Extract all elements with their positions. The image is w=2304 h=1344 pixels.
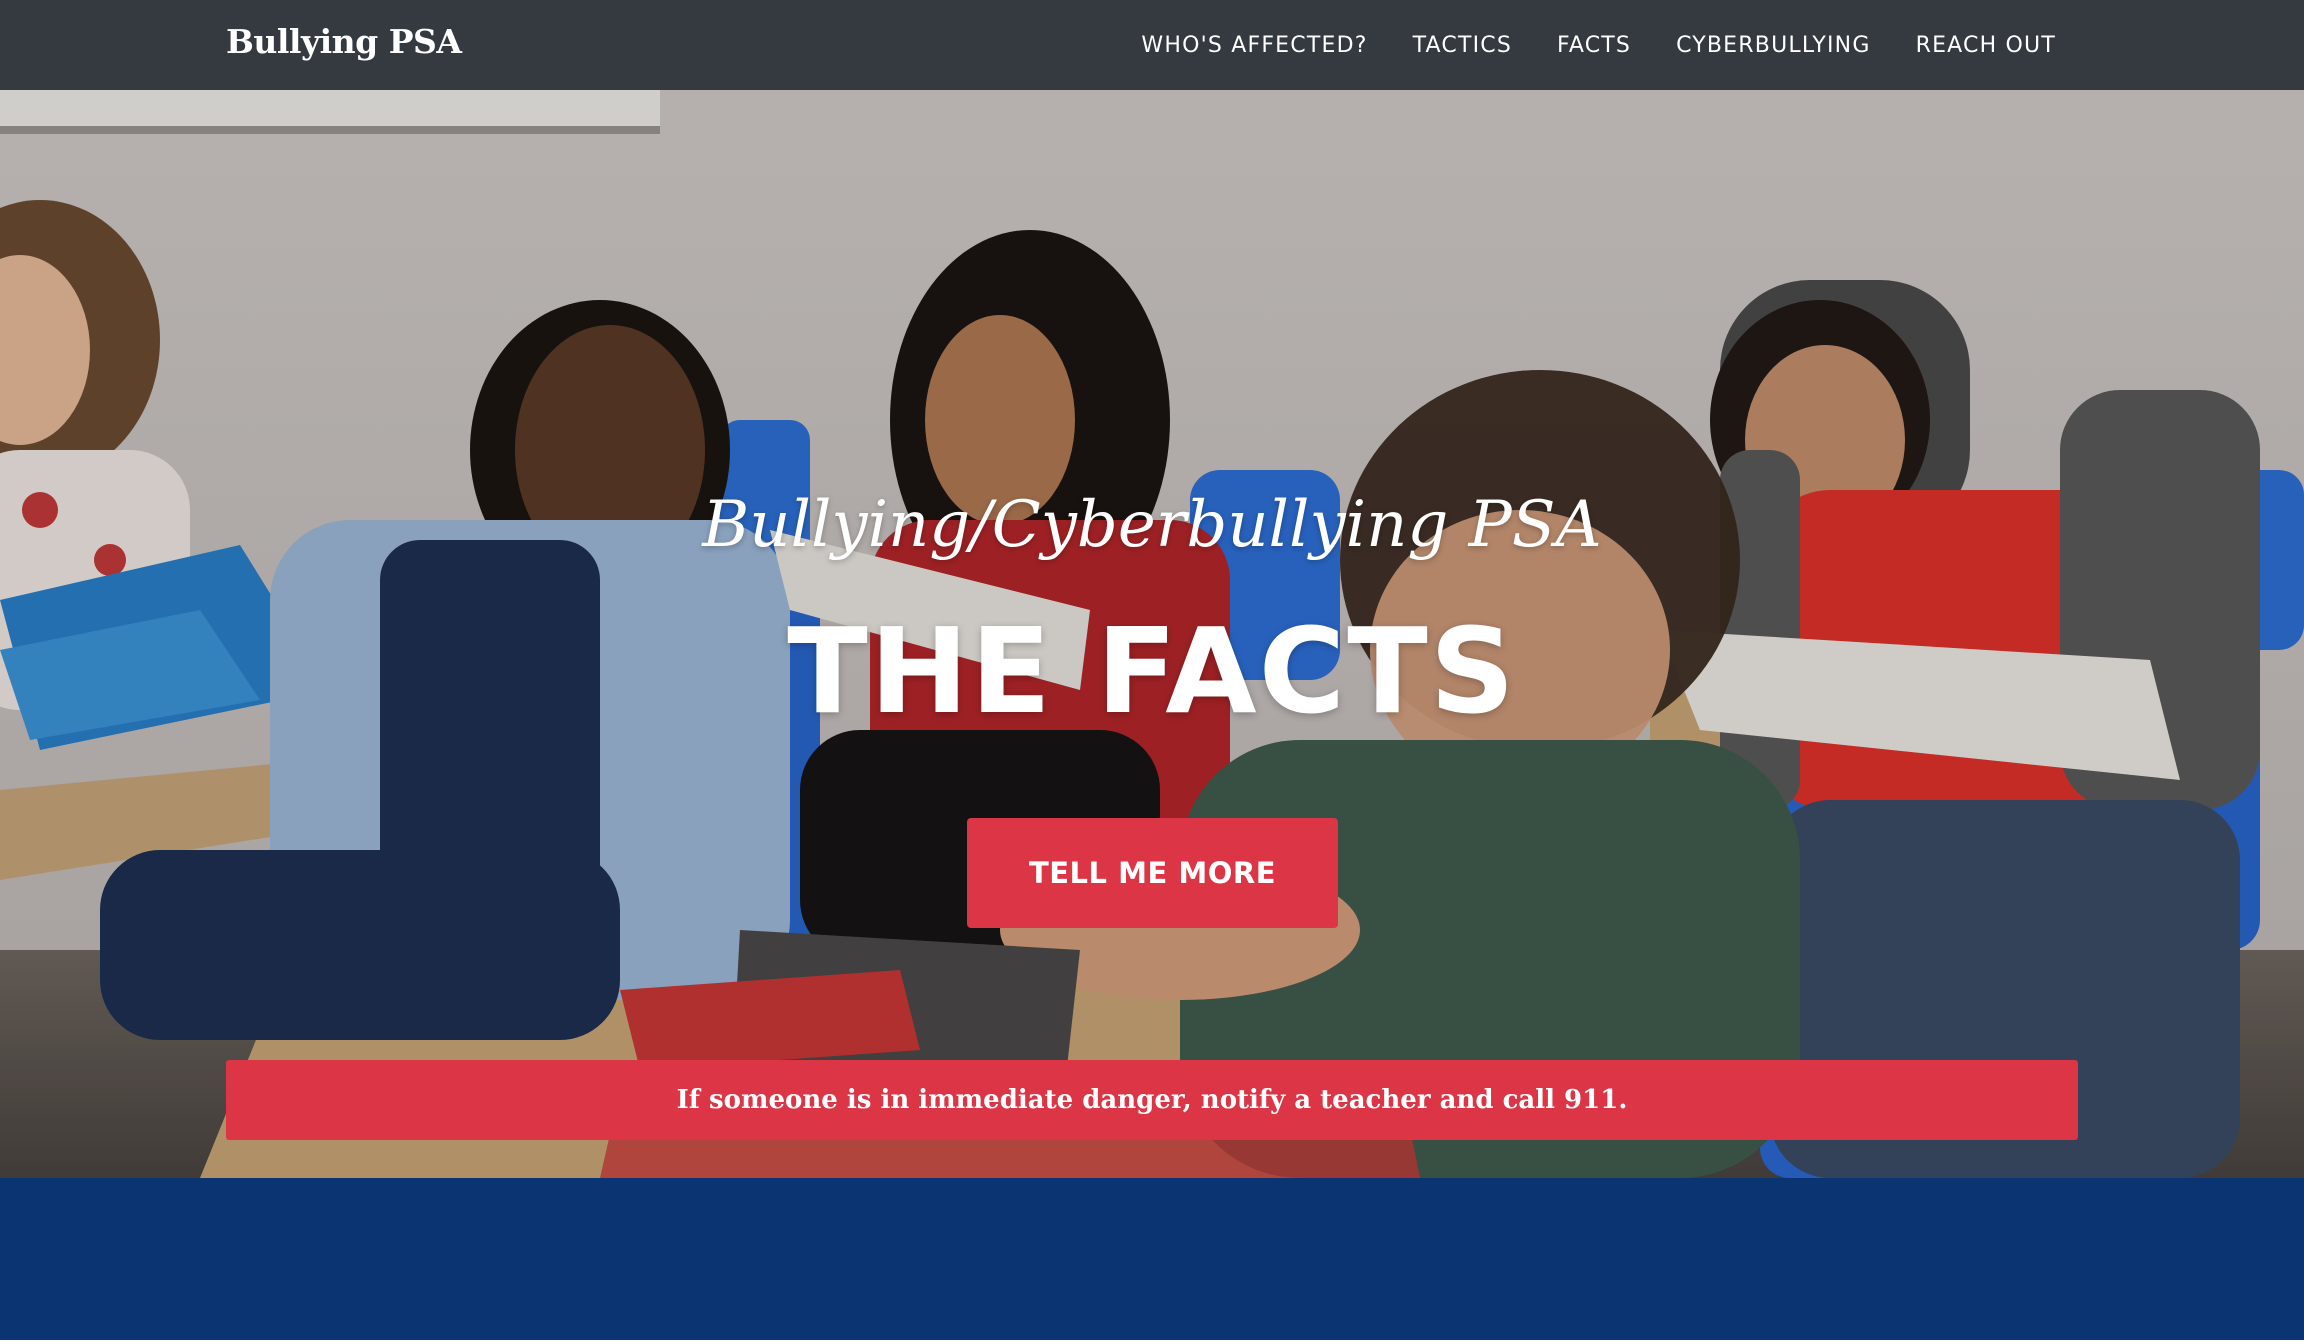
who-affected-section-top — [0, 1178, 2304, 1340]
nav-link-cyberbullying[interactable]: CYBERBULLYING — [1676, 33, 1871, 58]
top-navbar: Bullying PSA WHO'S AFFECTED? TACTICS FAC… — [0, 0, 2304, 90]
tell-me-more-button[interactable]: TELL ME MORE — [967, 818, 1338, 928]
brand-logo-link[interactable]: Bullying PSA — [226, 22, 462, 61]
nav-item-cyberbullying: CYBERBULLYING — [1676, 33, 1871, 58]
nav-link-whos-affected[interactable]: WHO'S AFFECTED? — [1141, 33, 1367, 58]
hero-subheading: Bullying/Cyberbullying PSA — [702, 488, 1602, 562]
nav-link-reach-out[interactable]: REACH OUT — [1916, 33, 2056, 58]
nav-links: WHO'S AFFECTED? TACTICS FACTS CYBERBULLY… — [1141, 0, 2056, 90]
nav-link-facts[interactable]: FACTS — [1557, 33, 1631, 58]
hero-heading: THE FACTS — [787, 602, 1517, 740]
nav-item-facts: FACTS — [1557, 33, 1631, 58]
nav-item-whos-affected: WHO'S AFFECTED? — [1141, 33, 1367, 58]
hero-section: Bullying/Cyberbullying PSA THE FACTS TEL… — [0, 90, 2304, 1178]
emergency-alert-banner: If someone is in immediate danger, notif… — [226, 1060, 2078, 1140]
emergency-alert-text: If someone is in immediate danger, notif… — [676, 1085, 1628, 1115]
nav-link-tactics[interactable]: TACTICS — [1413, 33, 1512, 58]
nav-item-tactics: TACTICS — [1413, 33, 1512, 58]
nav-item-reach-out: REACH OUT — [1916, 33, 2056, 58]
